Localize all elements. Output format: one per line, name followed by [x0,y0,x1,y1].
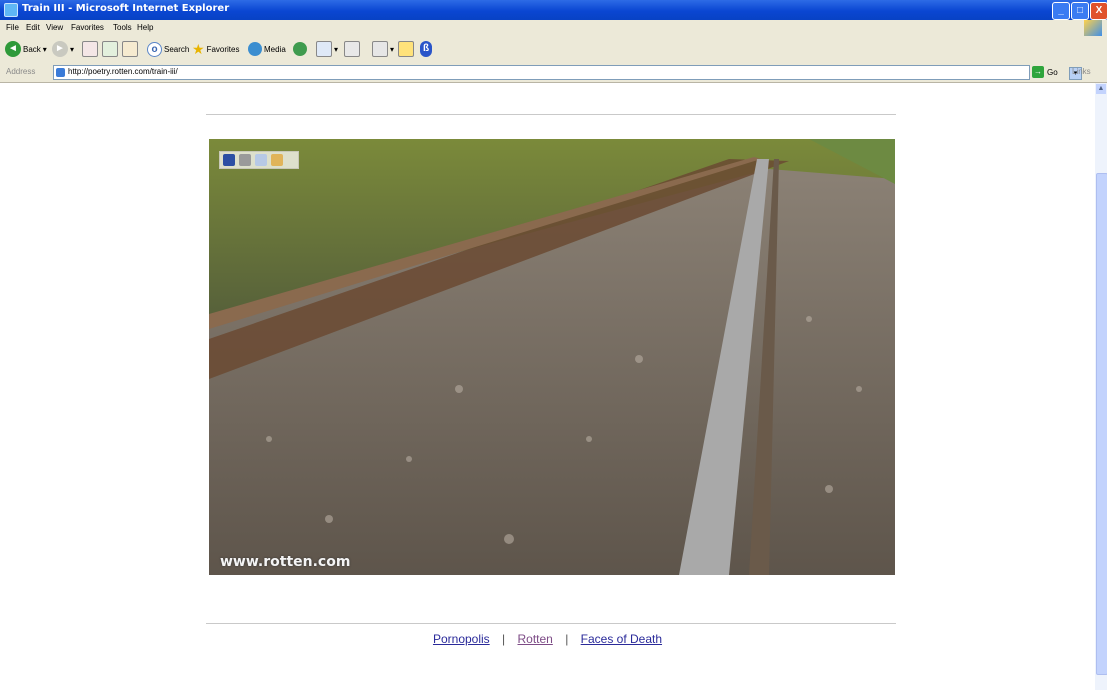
bluetooth-button[interactable]: ß [420,41,432,57]
bottom-divider [206,623,896,624]
mail-dropdown-icon[interactable]: ▾ [334,45,338,54]
forward-button[interactable]: ► ▾ [52,41,74,57]
menu-tools[interactable]: Tools [113,23,132,32]
email-image-icon[interactable] [255,154,267,166]
home-button[interactable] [122,41,138,57]
menu-edit[interactable]: Edit [26,23,40,32]
print-button[interactable] [344,41,360,57]
footer-nav: Pornopolis | Rotten | Faces of Death [0,632,1095,646]
address-url[interactable]: http://poetry.rotten.com/train-iii/ [68,67,178,76]
media-icon [248,42,262,56]
links-toolbar[interactable]: Links [1072,67,1091,76]
star-icon: ★ [192,40,205,57]
link-pornopolis[interactable]: Pornopolis [433,632,490,646]
history-button[interactable] [293,41,307,57]
note-icon [398,41,414,57]
stop-icon [82,41,98,57]
save-image-icon[interactable] [223,154,235,166]
scroll-thumb[interactable] [1096,173,1107,675]
search-button[interactable]: o Search [147,41,189,57]
site-watermark: www.rotten.com [220,554,351,570]
link-faces-of-death[interactable]: Faces of Death [581,632,662,646]
search-label: Search [164,44,190,54]
menu-help[interactable]: Help [137,23,153,32]
scroll-up-icon[interactable]: ▲ [1096,84,1106,94]
forward-arrow-icon: ► [52,41,68,57]
address-bar: Address http://poetry.rotten.com/train-i… [0,62,1107,83]
link-rotten[interactable]: Rotten [517,632,552,646]
back-label: Back [23,44,41,54]
discuss-button[interactable] [398,41,414,57]
edit-button[interactable]: ▾ [372,41,394,57]
back-dropdown-icon[interactable]: ▾ [43,45,47,54]
menu-favorites[interactable]: Favorites [71,23,104,32]
ie-app-icon [4,3,18,17]
address-label: Address [6,67,36,76]
menu-file[interactable]: File [6,23,19,32]
image-toolbar [219,151,299,169]
address-input[interactable]: http://poetry.rotten.com/train-iii/ ▾ [53,65,1082,80]
top-divider [206,114,896,115]
stop-button[interactable] [82,41,98,57]
railway-track-image [209,139,895,575]
link-separator: | [502,632,506,646]
link-separator: | [565,632,569,646]
bluetooth-icon: ß [420,41,432,57]
back-button[interactable]: ◄ Back ▾ [5,41,47,57]
history-icon [293,42,307,56]
home-icon [122,41,138,57]
media-button[interactable]: Media [248,41,286,57]
mail-icon [316,41,332,57]
windows-flag-icon [1084,20,1102,36]
title-bar: Train III - Microsoft Internet Explorer … [0,0,1107,20]
refresh-icon [102,41,118,57]
print-icon [344,41,360,57]
my-pictures-icon[interactable] [271,154,283,166]
print-image-icon[interactable] [239,154,251,166]
forward-dropdown-icon[interactable]: ▾ [70,45,74,54]
media-label: Media [264,44,286,54]
favorites-button[interactable]: ★ Favorites [192,41,239,57]
minimize-button[interactable]: _ [1052,2,1070,20]
go-arrow-icon: → [1032,66,1044,78]
go-label: Go [1047,67,1058,77]
maximize-button[interactable]: □ [1071,2,1089,20]
back-arrow-icon: ◄ [5,41,21,57]
edit-page-icon [372,41,388,57]
edit-dropdown-icon[interactable]: ▾ [390,45,394,54]
content-photo [209,139,895,575]
window-title: Train III - Microsoft Internet Explorer [22,3,230,14]
standard-toolbar: ◄ Back ▾ ► ▾ o Search ★ Favorites Media … [0,36,1107,62]
page-icon [56,68,65,77]
menu-bar: File Edit View Favorites Tools Help [0,20,1107,37]
favorites-label: Favorites [206,44,240,54]
go-button[interactable]: → Go [1032,66,1058,78]
mail-button[interactable]: ▾ [316,41,338,57]
menu-view[interactable]: View [46,23,63,32]
close-button[interactable]: X [1090,2,1107,20]
refresh-button[interactable] [102,41,118,57]
vertical-scrollbar[interactable]: ▲ [1095,83,1107,690]
search-icon: o [147,41,162,57]
